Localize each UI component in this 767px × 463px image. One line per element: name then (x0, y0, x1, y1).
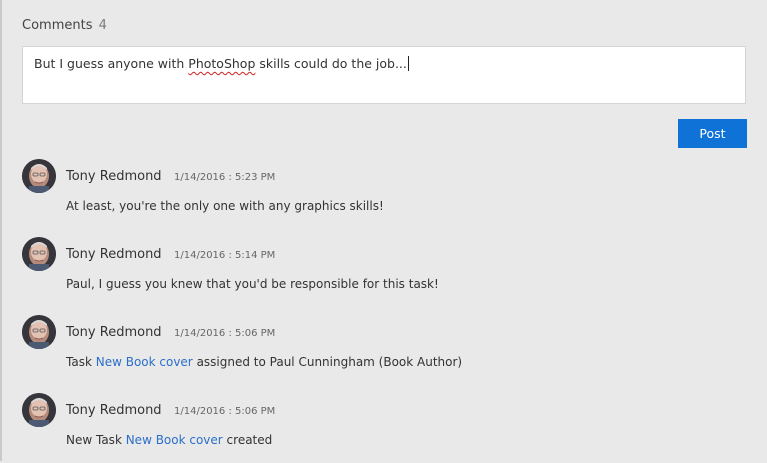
comment-text: New Task New Book cover created (66, 433, 272, 447)
comment-timestamp: 1/14/2016 : 5:23 PM (174, 172, 276, 183)
avatar[interactable] (22, 159, 56, 193)
task-link[interactable]: New Book cover (126, 433, 223, 447)
comment-author: Tony Redmond (66, 403, 162, 418)
comment-timestamp: 1/14/2016 : 5:06 PM (174, 406, 276, 417)
comment-timestamp: 1/14/2016 : 5:14 PM (174, 250, 276, 261)
comments-header: Comments 4 (22, 18, 107, 33)
comment-input-text-after: skills could do the job... (255, 56, 407, 71)
comment-input[interactable]: But I guess anyone with PhotoShop skills… (22, 46, 746, 104)
comment-author: Tony Redmond (66, 325, 162, 340)
comment-item: Tony Redmond 1/14/2016 : 5:06 PM New Tas… (22, 393, 742, 463)
comment-text-before-link: Task (66, 355, 96, 369)
comments-count: 4 (98, 18, 107, 33)
comment-item: Tony Redmond 1/14/2016 : 5:14 PM Paul, I… (22, 237, 742, 307)
comment-author: Tony Redmond (66, 169, 162, 184)
comment-text: Paul, I guess you knew that you'd be res… (66, 277, 439, 291)
comment-input-misspelled-word: PhotoShop (188, 56, 256, 71)
avatar[interactable] (22, 393, 56, 427)
comments-header-label: Comments (22, 18, 93, 33)
avatar[interactable] (22, 237, 56, 271)
comment-text-after-link: assigned to Paul Cunningham (Book Author… (192, 355, 463, 369)
comment-author: Tony Redmond (66, 247, 162, 262)
text-caret (407, 56, 409, 71)
comment-text-after-link: created (222, 433, 273, 447)
task-link[interactable]: New Book cover (96, 355, 193, 369)
comment-input-text-before: But I guess anyone with (34, 56, 189, 71)
comment-item: Tony Redmond 1/14/2016 : 5:23 PM At leas… (22, 159, 742, 229)
comment-timestamp: 1/14/2016 : 5:06 PM (174, 328, 276, 339)
left-border (0, 0, 2, 461)
post-button[interactable]: Post (678, 119, 747, 148)
comment-text-before-link: New Task (66, 433, 126, 447)
comment-item: Tony Redmond 1/14/2016 : 5:06 PM Task Ne… (22, 315, 742, 385)
comment-text: At least, you're the only one with any g… (66, 199, 384, 213)
comment-text: Task New Book cover assigned to Paul Cun… (66, 355, 462, 369)
avatar[interactable] (22, 315, 56, 349)
